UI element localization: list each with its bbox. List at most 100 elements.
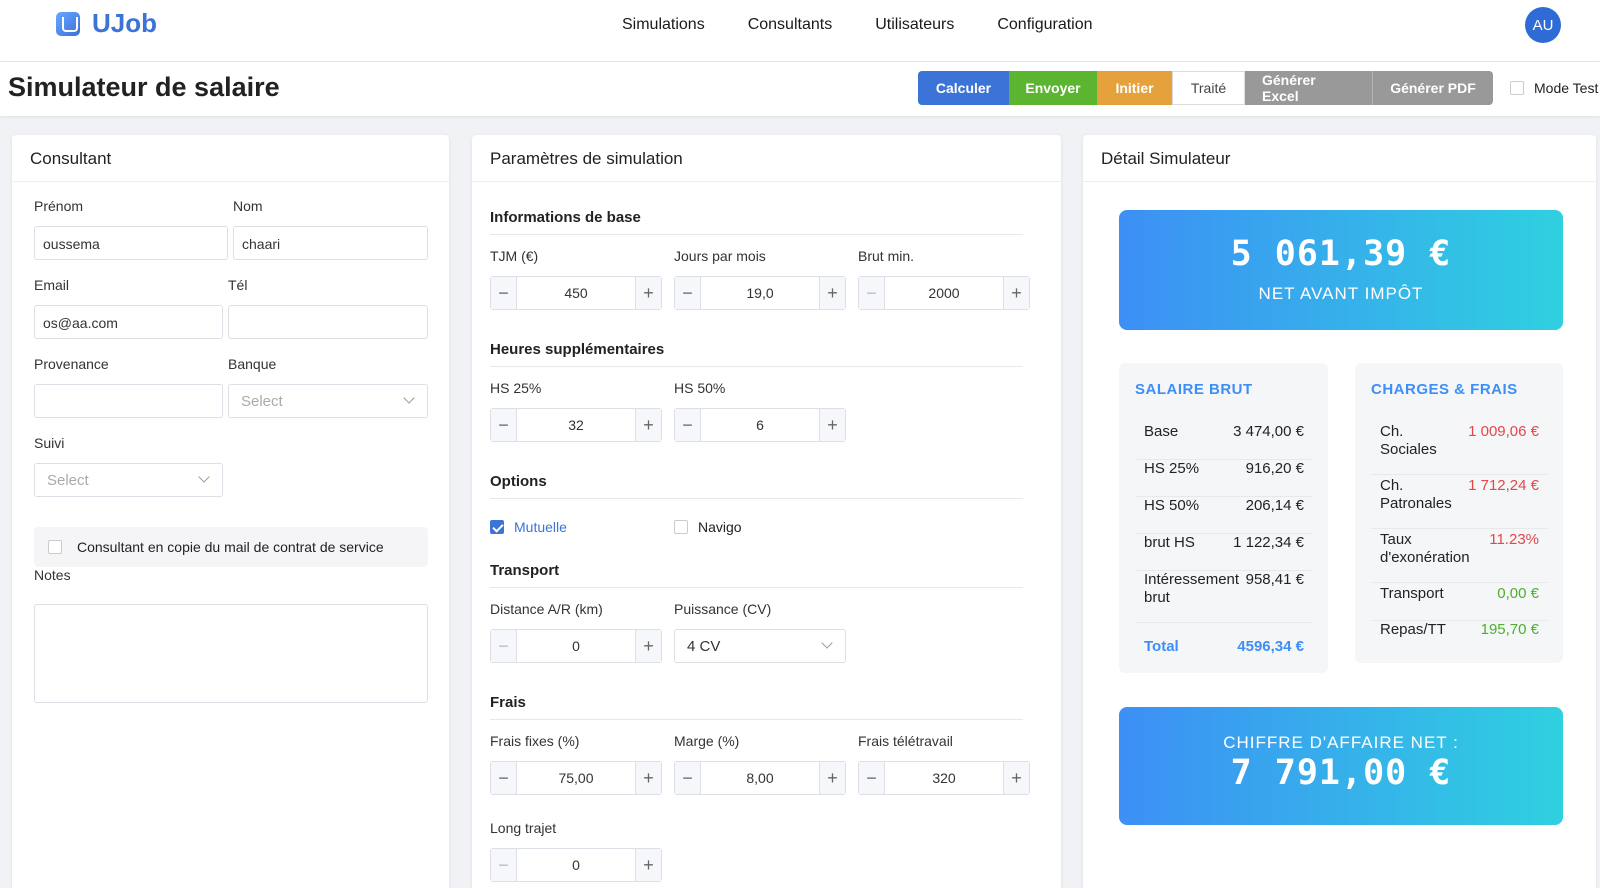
plus-icon[interactable]: + <box>819 409 845 441</box>
action-toolbar: Calculer Envoyer Initier Traité Générer … <box>918 71 1493 105</box>
plus-icon[interactable]: + <box>1003 277 1029 309</box>
charges-row-value: 0,00 € <box>1497 585 1539 602</box>
traite-button[interactable]: Traité <box>1172 71 1245 105</box>
notes-label: Notes <box>34 567 71 583</box>
minus-icon[interactable]: − <box>491 849 517 881</box>
minus-icon[interactable]: − <box>675 762 701 794</box>
hs-section-title: Heures supplémentaires <box>490 341 665 358</box>
email-input[interactable]: os@aa.com <box>34 305 223 339</box>
hs50-value[interactable]: 6 <box>701 409 819 441</box>
distance-stepper[interactable]: − 0 + <box>490 629 662 663</box>
brut-row: brut HS 1 122,34 € <box>1135 534 1312 571</box>
plus-icon[interactable]: + <box>635 277 661 309</box>
longtrajet-stepper[interactable]: − 0 + <box>490 848 662 882</box>
puissance-label: Puissance (CV) <box>674 601 772 617</box>
minus-icon[interactable]: − <box>859 762 885 794</box>
charges-row-label: Repas/TT <box>1380 621 1446 638</box>
top-navbar: UJob Simulations Consultants Utilisateur… <box>0 0 1600 62</box>
mutuelle-checkbox[interactable] <box>490 520 504 534</box>
divider <box>490 366 1023 367</box>
banque-select[interactable]: Select <box>228 384 428 418</box>
initier-button[interactable]: Initier <box>1097 71 1172 105</box>
transport-section-title: Transport <box>490 562 560 579</box>
tjm-value[interactable]: 450 <box>517 277 635 309</box>
envoyer-button[interactable]: Envoyer <box>1009 71 1097 105</box>
detail-card-title: Détail Simulateur <box>1083 135 1596 182</box>
hs25-stepper[interactable]: − 32 + <box>490 408 662 442</box>
longtrajet-value[interactable]: 0 <box>517 849 635 881</box>
divider <box>490 587 1023 588</box>
minus-icon[interactable]: − <box>491 630 517 662</box>
brut-row-label: HS 25% <box>1144 460 1200 477</box>
nav-item-simulations[interactable]: Simulations <box>622 16 705 34</box>
teletravail-label: Frais télétravail <box>858 733 953 749</box>
nav-item-consultants[interactable]: Consultants <box>748 16 833 34</box>
chiffre-affaire-box: CHIFFRE D'AFFAIRE NET : 7 791,00 € <box>1119 707 1563 825</box>
distance-label: Distance A/R (km) <box>490 601 603 617</box>
prenom-label: Prénom <box>34 198 84 214</box>
copie-mail-checkbox[interactable] <box>48 540 62 554</box>
plus-icon[interactable]: + <box>819 277 845 309</box>
minus-icon[interactable]: − <box>675 277 701 309</box>
navigo-checkbox[interactable] <box>674 520 688 534</box>
minus-icon[interactable]: − <box>491 277 517 309</box>
mutuelle-label: Mutuelle <box>514 519 567 535</box>
minus-icon[interactable]: − <box>491 409 517 441</box>
fraisfixes-value[interactable]: 75,00 <box>517 762 635 794</box>
marge-stepper[interactable]: − 8,00 + <box>674 761 846 795</box>
avatar[interactable]: AU <box>1525 7 1561 43</box>
hs25-value[interactable]: 32 <box>517 409 635 441</box>
plus-icon[interactable]: + <box>1003 762 1029 794</box>
generer-pdf-button[interactable]: Générer PDF <box>1373 71 1493 105</box>
minus-icon[interactable]: − <box>491 762 517 794</box>
tjm-stepper[interactable]: − 450 + <box>490 276 662 310</box>
navigo-option[interactable]: Navigo <box>674 519 742 535</box>
charges-row-label: Ch. Sociales <box>1380 423 1437 458</box>
mode-test-label: Mode Test <box>1534 80 1599 96</box>
puissance-select[interactable]: 4 CV <box>674 629 846 663</box>
jours-value[interactable]: 19,0 <box>701 277 819 309</box>
copie-mail-label: Consultant en copie du mail de contrat d… <box>77 539 384 555</box>
net-avant-impot-box: 5 061,39 € NET AVANT IMPÔT <box>1119 210 1563 330</box>
plus-icon[interactable]: + <box>635 849 661 881</box>
minus-icon[interactable]: − <box>859 277 885 309</box>
tel-label: Tél <box>228 277 248 293</box>
hs50-stepper[interactable]: − 6 + <box>674 408 846 442</box>
nom-input[interactable]: chaari <box>233 226 428 260</box>
brutmin-stepper[interactable]: − 2000 + <box>858 276 1030 310</box>
charges-row: Transport 0,00 € <box>1371 585 1547 621</box>
provenance-input[interactable] <box>34 384 223 418</box>
calculer-button[interactable]: Calculer <box>918 71 1009 105</box>
minus-icon[interactable]: − <box>675 409 701 441</box>
copie-mail-option[interactable]: Consultant en copie du mail de contrat d… <box>34 527 428 567</box>
nav-item-utilisateurs[interactable]: Utilisateurs <box>875 16 954 34</box>
tel-input[interactable] <box>228 305 428 339</box>
marge-value[interactable]: 8,00 <box>701 762 819 794</box>
prenom-input[interactable]: oussema <box>34 226 228 260</box>
fraisfixes-stepper[interactable]: − 75,00 + <box>490 761 662 795</box>
distance-value[interactable]: 0 <box>517 630 635 662</box>
charges-row-value: 11.23% <box>1489 531 1539 548</box>
suivi-select[interactable]: Select <box>34 463 223 497</box>
brut-row-value: 206,14 € <box>1245 497 1304 514</box>
mode-test-toggle[interactable]: Mode Test <box>1510 80 1598 96</box>
logo[interactable]: UJob <box>56 8 157 39</box>
plus-icon[interactable]: + <box>635 762 661 794</box>
plus-icon[interactable]: + <box>635 630 661 662</box>
generer-excel-button[interactable]: Générer Excel <box>1245 71 1373 105</box>
consultant-card: Consultant Prénom Nom oussema chaari Ema… <box>12 135 449 888</box>
nav-item-configuration[interactable]: Configuration <box>997 16 1092 34</box>
mode-test-checkbox[interactable] <box>1510 81 1524 95</box>
teletravail-value[interactable]: 320 <box>885 762 1003 794</box>
brutmin-value[interactable]: 2000 <box>885 277 1003 309</box>
plus-icon[interactable]: + <box>819 762 845 794</box>
jours-stepper[interactable]: − 19,0 + <box>674 276 846 310</box>
brut-total-value: 4596,34 € <box>1237 638 1304 655</box>
brut-row: Intéressement brut 958,41 € <box>1135 571 1312 623</box>
salaire-brut-title: SALAIRE BRUT <box>1135 381 1253 398</box>
plus-icon[interactable]: + <box>635 409 661 441</box>
mutuelle-option[interactable]: Mutuelle <box>490 519 567 535</box>
notes-textarea[interactable] <box>34 604 428 703</box>
teletravail-stepper[interactable]: − 320 + <box>858 761 1030 795</box>
brut-row-value: 1 122,34 € <box>1233 534 1304 551</box>
